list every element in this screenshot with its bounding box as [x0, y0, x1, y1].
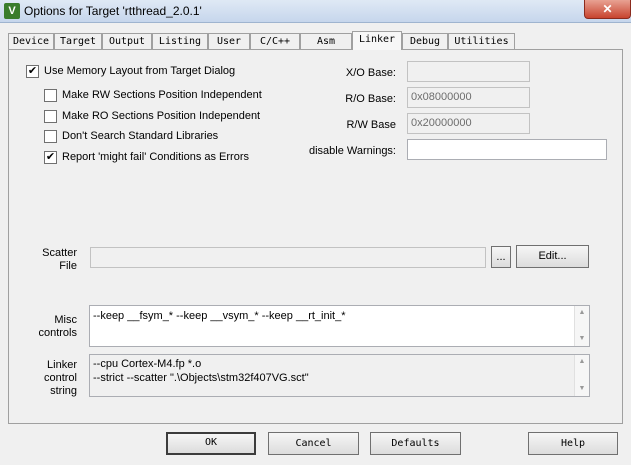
scatter-file-input[interactable] — [90, 247, 486, 268]
scroll-up-arrow-icon[interactable]: ▲ — [575, 307, 589, 319]
scatter-browse-button[interactable]: ... — [491, 246, 511, 268]
help-button[interactable]: Help — [528, 432, 618, 455]
linker-control-line1: --cpu Cortex-M4.fp *.o — [93, 358, 202, 370]
scatter-edit-button[interactable]: Edit... — [516, 245, 589, 268]
linker-control-label-line2: control — [43, 372, 77, 384]
tab-user[interactable]: User — [208, 33, 250, 49]
keil-app-icon: V — [4, 3, 20, 19]
tab-device[interactable]: Device — [8, 33, 54, 49]
scatter-label-line2: File — [59, 260, 77, 272]
misc-controls-text: --keep __fsym_* --keep __vsym_* --keep _… — [93, 310, 346, 322]
rw-independent-checkbox[interactable] — [44, 89, 57, 102]
linker-control-textarea[interactable]: --cpu Cortex-M4.fp *.o --strict --scatte… — [89, 354, 590, 397]
use-memory-layout-checkbox[interactable]: ✔ — [26, 65, 39, 78]
misc-label-line1: Misc — [54, 314, 77, 326]
rw-base-input[interactable]: 0x20000000 — [407, 113, 530, 134]
might-fail-errors-label: Report 'might fail' Conditions as Errors — [62, 151, 249, 163]
rw-independent-label: Make RW Sections Position Independent — [62, 89, 262, 101]
scroll-up-arrow-icon[interactable]: ▲ — [575, 356, 589, 368]
tab-linker[interactable]: Linker — [352, 31, 402, 50]
might-fail-errors-checkbox[interactable]: ✔ — [44, 151, 57, 164]
title-bar: V Options for Target 'rtthread_2.0.1' ✕ — [0, 0, 631, 23]
window-title: Options for Target 'rtthread_2.0.1' — [24, 4, 202, 18]
misc-controls-textarea[interactable]: --keep __fsym_* --keep __vsym_* --keep _… — [89, 305, 590, 347]
ro-independent-label: Make RO Sections Position Independent — [62, 110, 261, 122]
xo-base-label: X/O Base: — [345, 67, 396, 79]
dont-search-libs-checkbox[interactable] — [44, 130, 57, 143]
tab-output[interactable]: Output — [102, 33, 152, 49]
tab-c-cpp[interactable]: C/C++ — [250, 33, 300, 49]
tab-debug[interactable]: Debug — [402, 33, 448, 49]
defaults-button[interactable]: Defaults — [370, 432, 461, 455]
cancel-button[interactable]: Cancel — [268, 432, 359, 455]
misc-label-line2: controls — [38, 327, 77, 339]
disable-warnings-input[interactable] — [407, 139, 607, 160]
close-button[interactable]: ✕ — [584, 0, 631, 19]
ok-button[interactable]: OK — [166, 432, 256, 455]
ro-base-label: R/O Base: — [345, 93, 396, 105]
misc-controls-scrollbar[interactable]: ▲ ▼ — [574, 306, 589, 346]
tab-asm[interactable]: Asm — [300, 33, 352, 49]
linker-control-label-line3: string — [50, 385, 77, 397]
disable-warnings-label: disable Warnings: — [308, 145, 396, 157]
tab-listing[interactable]: Listing — [152, 33, 208, 49]
linker-control-scrollbar[interactable]: ▲ ▼ — [574, 355, 589, 396]
xo-base-input[interactable] — [407, 61, 530, 82]
tab-utilities[interactable]: Utilities — [448, 33, 515, 49]
scroll-down-arrow-icon[interactable]: ▼ — [575, 383, 589, 395]
linker-control-line2: --strict --scatter ".\Objects\stm32f407V… — [93, 372, 309, 384]
options-dialog: V Options for Target 'rtthread_2.0.1' ✕ … — [0, 0, 631, 465]
ro-independent-checkbox[interactable] — [44, 110, 57, 123]
linker-control-label-line1: Linker — [47, 359, 77, 371]
scatter-label-line1: Scatter — [42, 247, 77, 259]
tab-target[interactable]: Target — [54, 33, 102, 49]
dont-search-libs-label: Don't Search Standard Libraries — [62, 130, 219, 142]
scroll-down-arrow-icon[interactable]: ▼ — [575, 333, 589, 345]
ro-base-input[interactable]: 0x08000000 — [407, 87, 530, 108]
rw-base-label: R/W Base — [346, 119, 396, 131]
use-memory-layout-label: Use Memory Layout from Target Dialog — [44, 65, 236, 77]
